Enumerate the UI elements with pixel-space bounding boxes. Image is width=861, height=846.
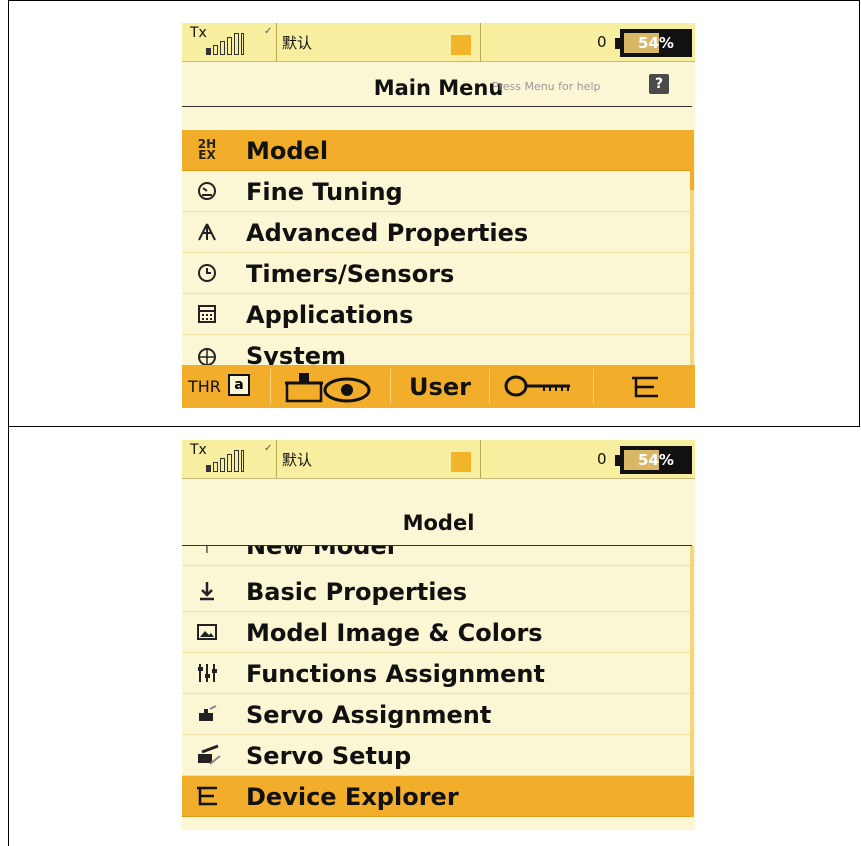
scrollbar-thumb[interactable] (690, 776, 694, 817)
menu-item-model[interactable]: 2H EX Model (182, 130, 690, 171)
trainer-eye-button[interactable] (271, 365, 390, 408)
scrollbar-thumb[interactable] (690, 130, 694, 190)
menu-item-model-image-colors[interactable]: Model Image & Colors (182, 612, 690, 653)
menu-item-servo-assignment[interactable]: Servo Assignment (182, 694, 690, 735)
sliders-icon (196, 662, 218, 684)
menu-item-label: Basic Properties (246, 578, 468, 606)
menu-item-label: Functions Assignment (246, 660, 545, 688)
menu-item-label: Servo Setup (246, 742, 412, 770)
pot-eye-icon (285, 369, 377, 408)
menu-item-device-explorer[interactable]: Device Explorer (182, 776, 690, 817)
thr-label: THR (188, 377, 221, 396)
model-menu-screen: Tx ✓ 默认 0 54% Model ⊤ New Model Basic Pr… (182, 440, 695, 830)
menu-item-functions-assignment[interactable]: Functions Assignment (182, 653, 690, 694)
battery-percent: 54% (638, 34, 674, 52)
menu-item-label: Applications (246, 301, 414, 329)
lock-icon: a (228, 374, 250, 396)
menu-item-timers-sensors[interactable]: Timers/Sensors (182, 253, 690, 294)
main-menu-screen: Tx ✓ 默认 0 54% Main Menu Press Menu for h… (182, 23, 695, 408)
user-button[interactable]: User (391, 365, 489, 408)
menu-item-label: Fine Tuning (246, 178, 403, 206)
tree-icon (196, 785, 218, 807)
tx-label: Tx (190, 25, 207, 41)
timer-counter: 0 (597, 450, 607, 468)
throttle-lock-button[interactable]: THR a (182, 365, 270, 408)
status-indicator (451, 452, 471, 472)
key-button[interactable] (490, 365, 593, 408)
menu-item-label: Timers/Sensors (246, 260, 455, 288)
check-icon: ✓ (264, 443, 273, 454)
title-bar: Main Menu Press Menu for help ? (182, 62, 695, 106)
model-profile-name[interactable]: 默认 (282, 32, 312, 53)
menu-item-new-model[interactable]: ⊤ New Model (182, 546, 690, 566)
menu-item-basic-properties[interactable]: Basic Properties (182, 571, 690, 612)
menu-item-servo-setup[interactable]: Servo Setup (182, 735, 690, 776)
function-bar: THR a User (182, 365, 695, 408)
page-title: Model (402, 511, 475, 535)
status-bar: Tx ✓ 默认 0 54% (182, 23, 695, 62)
title-bar: Model (182, 479, 695, 535)
battery-icon: 54% (620, 29, 692, 57)
scrollbar-track[interactable] (690, 546, 694, 776)
servo-icon (196, 703, 218, 725)
model-profile-name[interactable]: 默认 (282, 449, 312, 470)
timer-counter: 0 (597, 33, 607, 51)
menu-item-label: Model Image & Colors (246, 619, 543, 647)
menu-item-advanced-properties[interactable]: Advanced Properties (182, 212, 690, 253)
key-icon (504, 373, 574, 403)
help-hint: Press Menu for help (492, 80, 601, 93)
gauge-icon (196, 180, 218, 202)
menu-item-applications[interactable]: Applications (182, 294, 690, 335)
new-model-icon: ⊤ (199, 546, 215, 558)
menu-item-system[interactable]: System (182, 335, 690, 370)
triangle-nodes-icon (196, 221, 218, 243)
title-divider (182, 106, 692, 107)
image-icon (196, 621, 218, 643)
status-indicator (451, 35, 471, 55)
status-bar: Tx ✓ 默认 0 54% (182, 440, 695, 479)
page-title: Main Menu (373, 76, 504, 100)
servo-arm-icon (196, 744, 221, 766)
check-icon: ✓ (264, 26, 273, 37)
globe-icon (196, 344, 218, 366)
clock-icon (196, 262, 218, 284)
signal-strength-icon (206, 448, 266, 472)
tx-label: Tx (190, 442, 207, 458)
menu-item-label: Advanced Properties (246, 219, 529, 247)
help-icon[interactable]: ? (649, 74, 669, 94)
scrollbar-track[interactable] (690, 190, 694, 365)
menu-item-label: New Model (246, 546, 395, 560)
tree-icon (630, 375, 660, 403)
device-explorer-button[interactable] (594, 365, 695, 408)
model-24ex-icon: 2H EX (197, 137, 217, 162)
menu-item-fine-tuning[interactable]: Fine Tuning (182, 171, 690, 212)
battery-percent: 54% (638, 451, 674, 469)
user-label: User (409, 373, 471, 401)
grid-calculator-icon (196, 303, 218, 325)
menu-item-label: Device Explorer (246, 783, 459, 811)
signal-strength-icon (206, 31, 266, 55)
download-arrow-icon (196, 580, 218, 602)
menu-item-label: Model (246, 137, 329, 165)
menu-item-label: Servo Assignment (246, 701, 492, 729)
battery-icon: 54% (620, 446, 692, 474)
